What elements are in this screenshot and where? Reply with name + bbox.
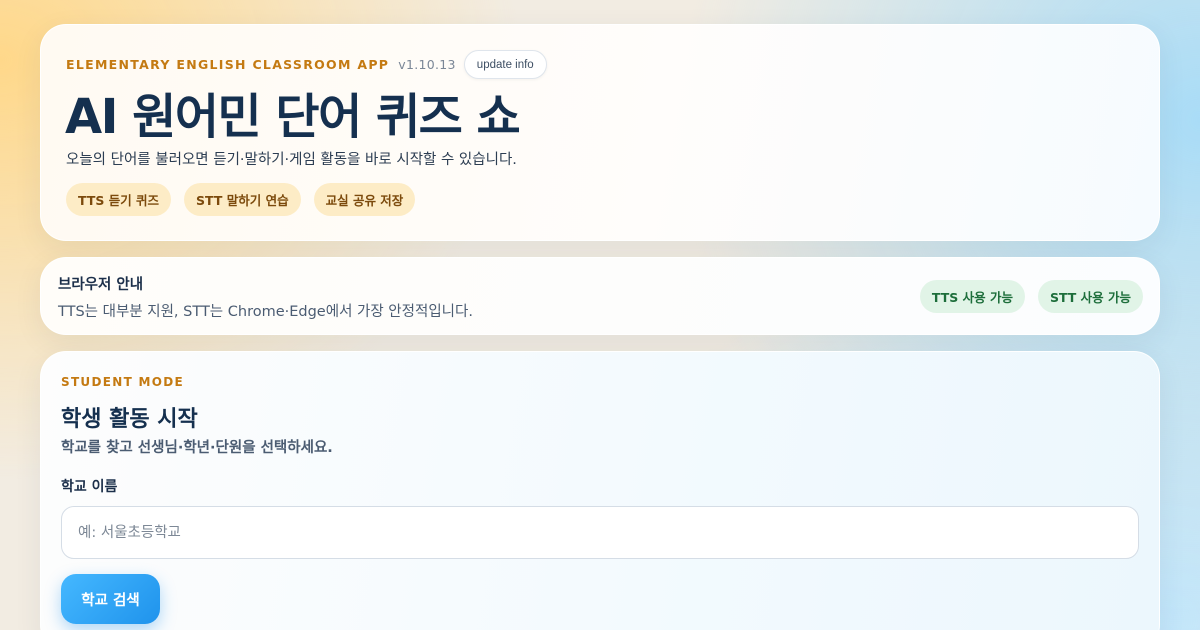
feature-pill-share: 교실 공유 저장 [313,183,416,216]
hero-eyebrow-row: ELEMENTARY ENGLISH CLASSROOM APP v1.10.1… [66,50,547,79]
browser-notice-card: 브라우저 안내 TTS는 대부분 지원, STT는 Chrome·Edge에서 … [40,257,1160,335]
student-title: 학생 활동 시작 [61,407,198,432]
student-subtitle: 학교를 찾고 선생님·학년·단원을 선택하세요. [61,440,333,456]
app-eyebrow: ELEMENTARY ENGLISH CLASSROOM APP [66,57,390,72]
hero-subtitle: 오늘의 단어를 불러오면 듣기·말하기·게임 활동을 바로 시작할 수 있습니다… [66,152,517,168]
tts-status-badge: TTS 사용 가능 [919,280,1025,313]
feature-pill-stt: STT 말하기 연습 [184,183,301,216]
hero-card: ELEMENTARY ENGLISH CLASSROOM APP v1.10.1… [40,24,1160,241]
school-search-button[interactable]: 학교 검색 [61,574,160,624]
student-mode-card: STUDENT MODE 학생 활동 시작 학교를 찾고 선생님·학년·단원을 … [40,351,1160,630]
student-eyebrow: STUDENT MODE [61,375,185,389]
feature-pills: TTS 듣기 퀴즈 STT 말하기 연습 교실 공유 저장 [66,183,416,216]
browser-notice-title: 브라우저 안내 [58,277,144,293]
feature-pill-tts: TTS 듣기 퀴즈 [66,183,172,216]
stt-status-badge: STT 사용 가능 [1037,280,1143,313]
support-badges: TTS 사용 가능 STT 사용 가능 [919,280,1143,313]
version-label: v1.10.13 [398,57,456,72]
page-title: AI 원어민 단어 퀴즈 쇼 [65,89,521,145]
browser-notice-description: TTS는 대부분 지원, STT는 Chrome·Edge에서 가장 안정적입니… [58,304,473,320]
school-name-input[interactable] [61,506,1139,559]
update-info-button[interactable]: update info [463,50,547,79]
school-name-label: 학교 이름 [61,479,118,495]
